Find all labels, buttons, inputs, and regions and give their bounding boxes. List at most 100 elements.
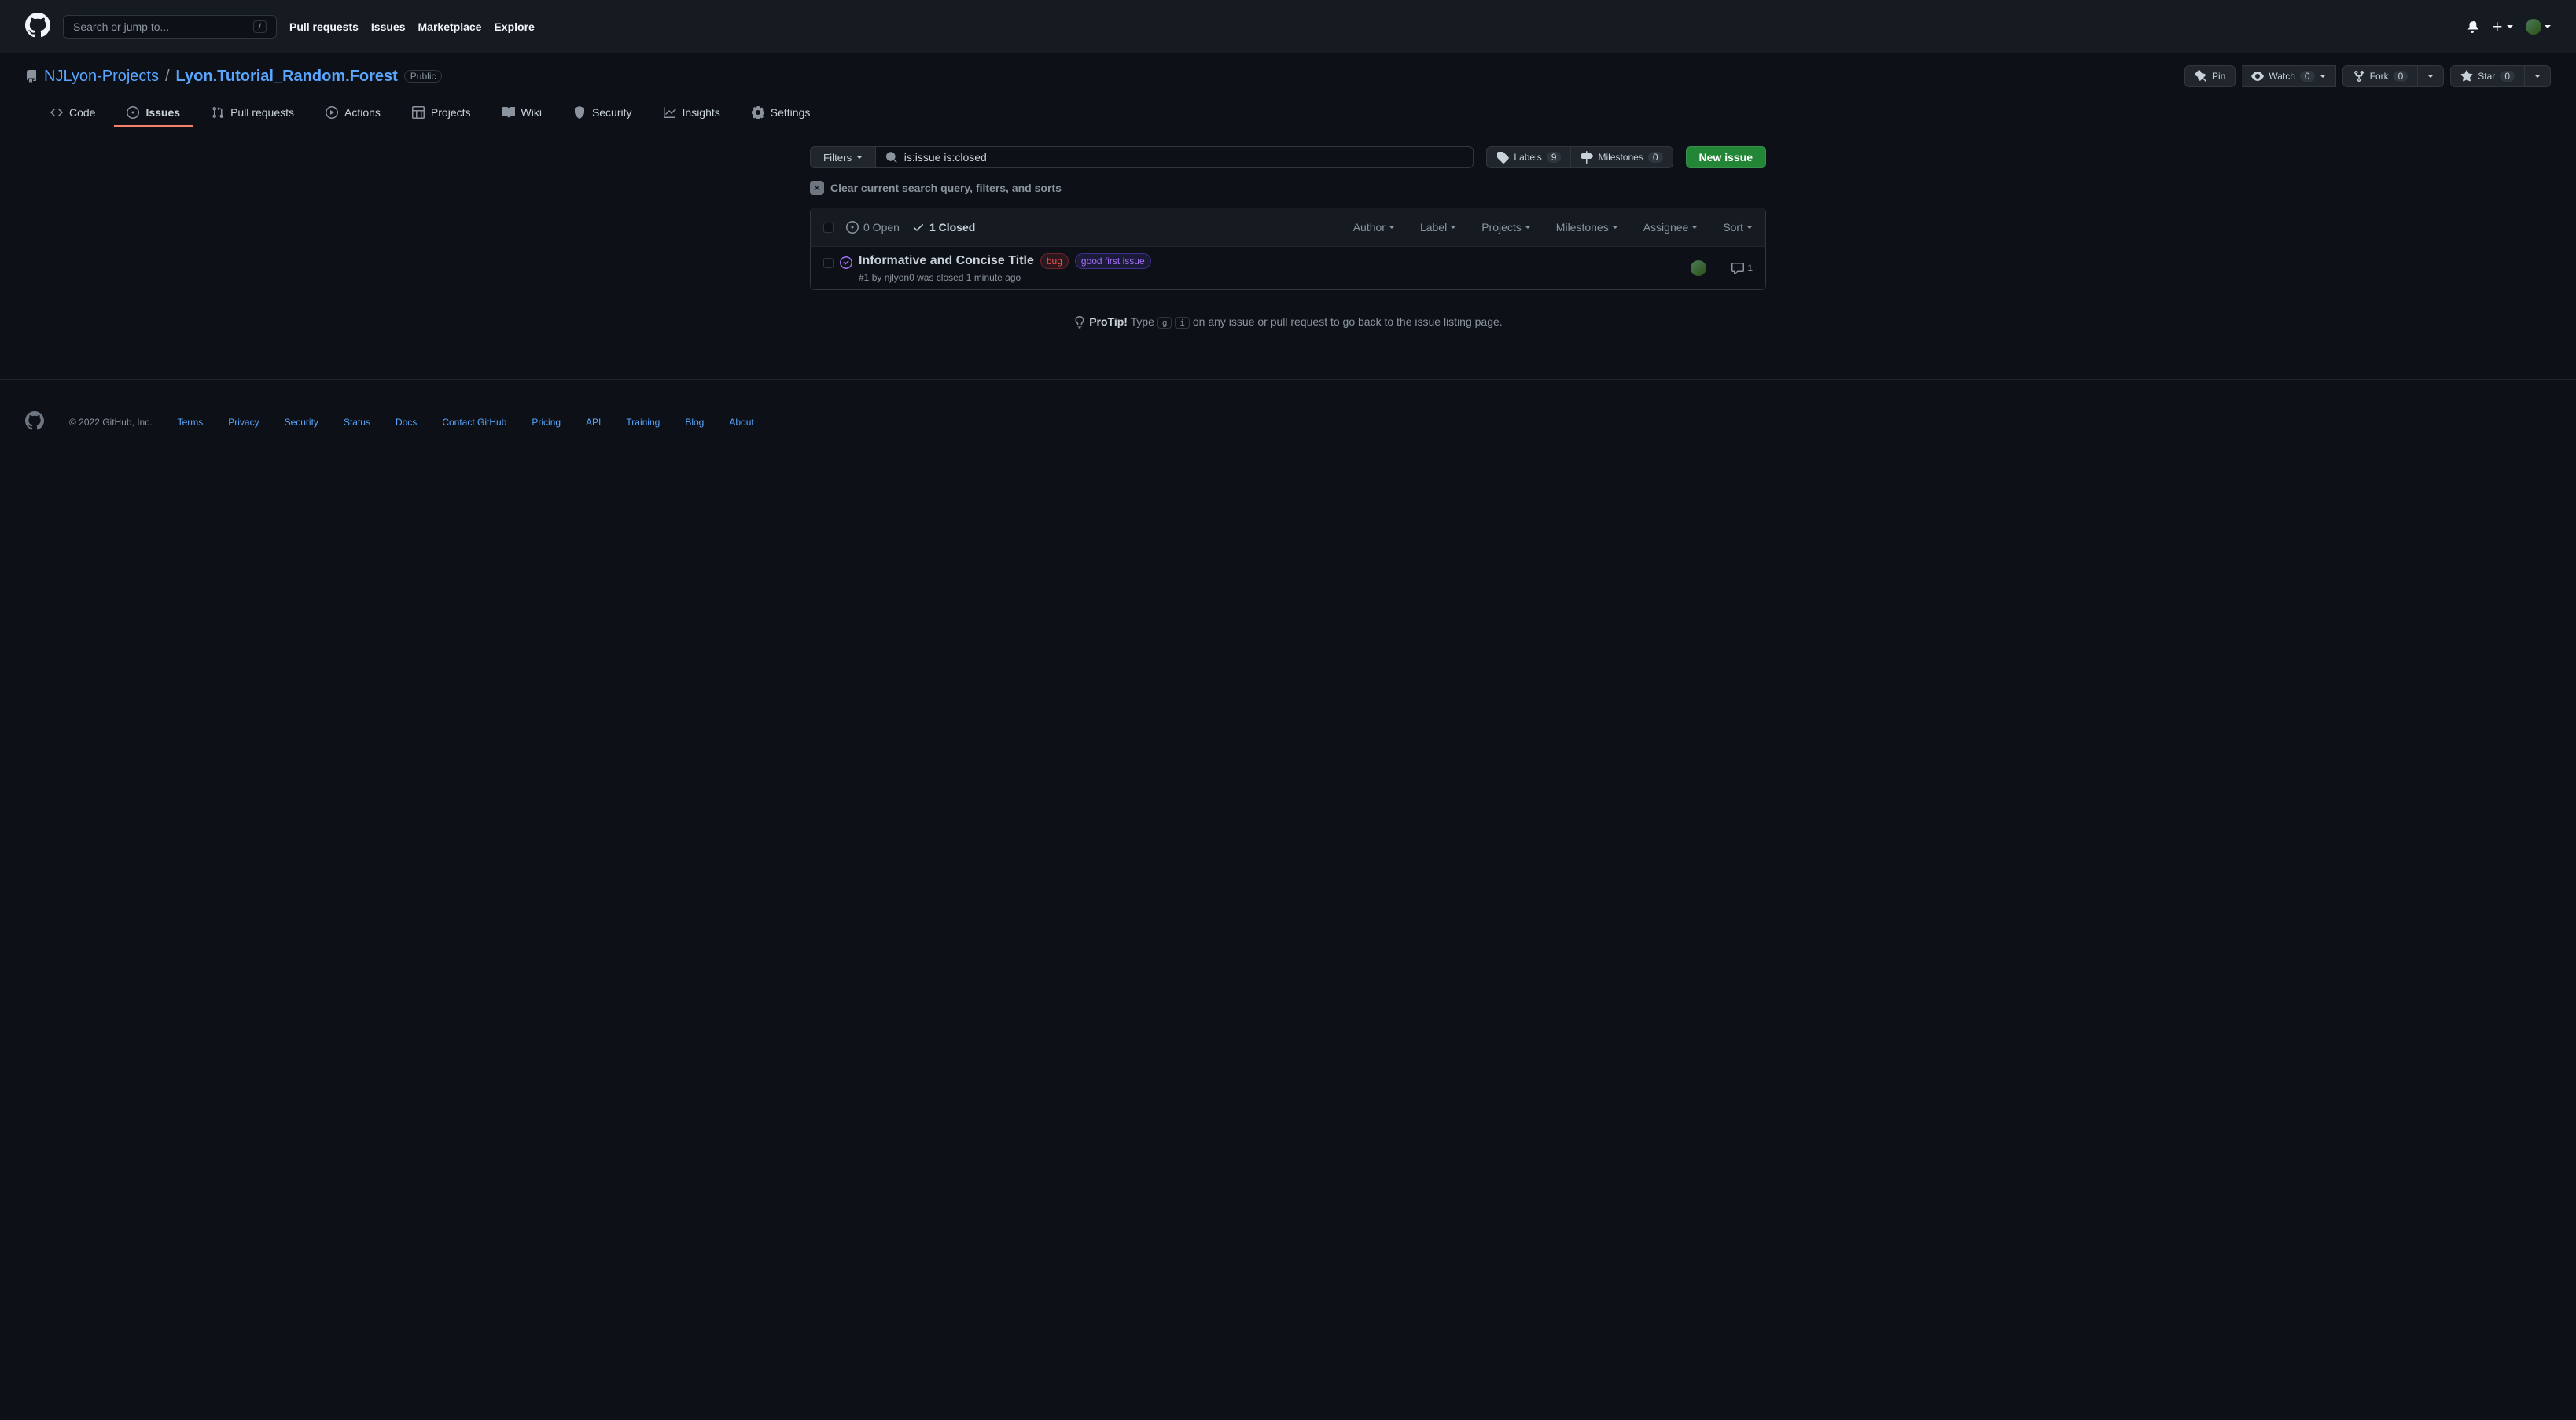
tab-wiki[interactable]: Wiki — [490, 100, 554, 127]
issue-row[interactable]: Informative and Concise Title bug good f… — [811, 247, 1765, 289]
fork-icon — [2353, 70, 2365, 83]
milestone-icon — [1581, 151, 1593, 164]
chevron-down-icon — [2320, 75, 2326, 78]
filter-label: Assignee — [1643, 221, 1689, 234]
slash-key-hint: / — [253, 20, 267, 33]
filter-label: Projects — [1481, 221, 1522, 234]
footer-status[interactable]: Status — [344, 417, 370, 428]
user-menu[interactable] — [2526, 19, 2551, 35]
issues-search-input[interactable] — [904, 151, 1464, 164]
copyright: © 2022 GitHub, Inc. — [69, 417, 153, 428]
assignee-avatar[interactable] — [1691, 260, 1706, 276]
filter-projects[interactable]: Projects — [1481, 221, 1531, 234]
tab-actions[interactable]: Actions — [313, 100, 393, 127]
filters-dropdown[interactable]: Filters — [810, 146, 875, 168]
nav-explore[interactable]: Explore — [494, 20, 534, 33]
create-new-dropdown[interactable] — [2491, 20, 2513, 33]
comment-count-link[interactable]: 1 — [1731, 262, 1753, 274]
tag-icon — [1496, 151, 1509, 164]
tab-label: Code — [69, 106, 95, 119]
issue-closed-icon — [840, 256, 852, 283]
star-button[interactable]: Star 0 — [2450, 65, 2525, 87]
protip-text: Type — [1131, 315, 1154, 328]
footer-terms[interactable]: Terms — [178, 417, 204, 428]
labels-count: 9 — [1547, 152, 1562, 163]
github-logo-small[interactable] — [25, 411, 44, 432]
select-issue-checkbox[interactable] — [823, 258, 834, 268]
tab-issues[interactable]: Issues — [114, 100, 193, 127]
chevron-down-icon — [1691, 226, 1698, 229]
tab-label: Wiki — [521, 106, 542, 119]
closed-issues-link[interactable]: 1 Closed — [912, 221, 975, 234]
tab-security[interactable]: Security — [561, 100, 645, 127]
fork-count: 0 — [2394, 71, 2409, 82]
pin-button[interactable]: Pin — [2184, 65, 2236, 87]
chevron-down-icon — [1612, 226, 1618, 229]
bell-icon — [2466, 20, 2478, 33]
filter-milestones[interactable]: Milestones — [1556, 221, 1618, 234]
global-search[interactable]: / — [63, 15, 277, 39]
footer-contact[interactable]: Contact GitHub — [442, 417, 506, 428]
protip: ProTip! Type g i on any issue or pull re… — [810, 315, 1766, 329]
notifications-button[interactable] — [2466, 20, 2478, 33]
filter-sort[interactable]: Sort — [1723, 221, 1753, 234]
filter-assignee[interactable]: Assignee — [1643, 221, 1698, 234]
footer-api[interactable]: API — [586, 417, 601, 428]
nav-issues[interactable]: Issues — [371, 20, 406, 33]
label-pill-bug[interactable]: bug — [1040, 253, 1069, 269]
search-icon — [885, 151, 897, 164]
tab-settings[interactable]: Settings — [739, 100, 823, 127]
footer-privacy[interactable]: Privacy — [228, 417, 259, 428]
tab-projects[interactable]: Projects — [399, 100, 484, 127]
footer-security[interactable]: Security — [285, 417, 318, 428]
clear-filters-label: Clear current search query, filters, and… — [830, 182, 1062, 194]
pin-icon — [2195, 70, 2207, 83]
chevron-down-icon — [856, 156, 863, 159]
repo-name-link[interactable]: Lyon.Tutorial_Random.Forest — [176, 68, 398, 86]
filter-label[interactable]: Label — [1420, 221, 1456, 234]
star-icon — [2460, 70, 2473, 83]
labels-label: Labels — [1514, 152, 1541, 163]
filter-author[interactable]: Author — [1353, 221, 1395, 234]
tab-insights[interactable]: Insights — [651, 100, 733, 127]
check-icon — [912, 221, 925, 234]
footer-training[interactable]: Training — [626, 417, 660, 428]
fork-dropdown[interactable] — [2418, 65, 2444, 87]
filter-label: Sort — [1723, 221, 1743, 234]
open-issues-link[interactable]: 0 Open — [846, 221, 900, 234]
tab-code[interactable]: Code — [38, 100, 108, 127]
select-all-checkbox[interactable] — [823, 223, 834, 233]
tab-pulls[interactable]: Pull requests — [199, 100, 307, 127]
global-header: / Pull requests Issues Marketplace Explo… — [0, 0, 2576, 53]
watch-button[interactable]: Watch 0 — [2242, 65, 2335, 87]
footer-docs[interactable]: Docs — [396, 417, 417, 428]
watch-label: Watch — [2269, 71, 2295, 82]
global-nav: Pull requests Issues Marketplace Explore — [289, 20, 535, 33]
nav-marketplace[interactable]: Marketplace — [418, 20, 482, 33]
footer-pricing[interactable]: Pricing — [532, 417, 561, 428]
repo-owner-link[interactable]: NJLyon-Projects — [44, 68, 159, 86]
filter-label: Label — [1420, 221, 1447, 234]
new-issue-button[interactable]: New issue — [1686, 146, 1766, 168]
tab-label: Pull requests — [230, 106, 294, 119]
star-dropdown[interactable] — [2525, 65, 2551, 87]
search-input[interactable] — [73, 20, 253, 33]
fork-button[interactable]: Fork 0 — [2342, 65, 2419, 87]
labels-button[interactable]: Labels 9 — [1486, 146, 1571, 168]
issues-search[interactable] — [875, 146, 1474, 168]
issue-meta: #1 by njlyon0 was closed 1 minute ago — [859, 272, 1684, 283]
nav-pull-requests[interactable]: Pull requests — [289, 20, 359, 33]
footer-blog[interactable]: Blog — [685, 417, 704, 428]
milestones-button[interactable]: Milestones 0 — [1571, 146, 1673, 168]
tab-label: Issues — [145, 106, 180, 119]
watch-count: 0 — [2300, 71, 2315, 82]
issue-title-link[interactable]: Informative and Concise Title — [859, 254, 1034, 268]
issue-author-link[interactable]: njlyon0 — [885, 272, 914, 283]
comment-icon — [1731, 262, 1744, 274]
github-logo[interactable] — [25, 13, 50, 40]
footer-about[interactable]: About — [729, 417, 753, 428]
pull-request-icon — [212, 106, 224, 119]
clear-filters-link[interactable]: Clear current search query, filters, and… — [810, 181, 1766, 195]
label-pill-good-first-issue[interactable]: good first issue — [1075, 253, 1151, 269]
tab-label: Settings — [771, 106, 811, 119]
